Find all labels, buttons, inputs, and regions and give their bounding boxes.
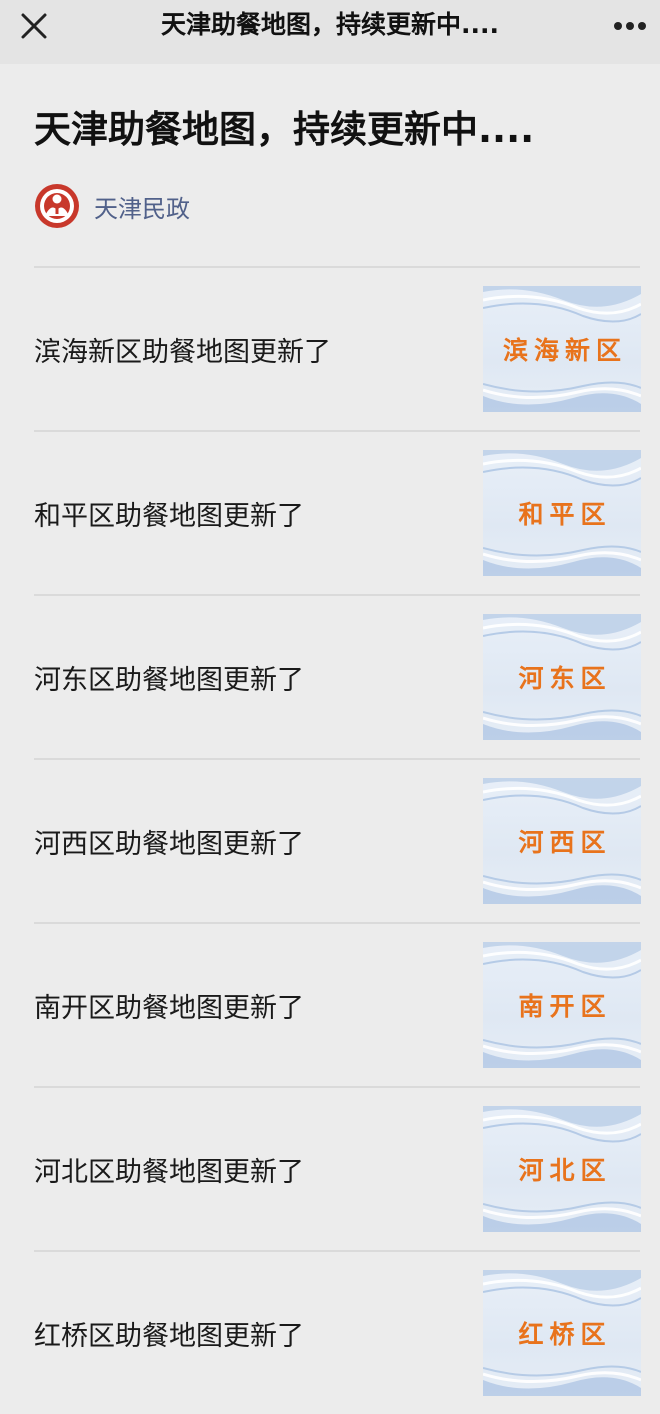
more-button[interactable] (610, 8, 650, 44)
list-item-thumbnail[interactable]: 滨海新区 (483, 286, 641, 412)
list-item-title[interactable]: 红桥区助餐地图更新了 (34, 1314, 304, 1353)
account-name[interactable]: 天津民政 (94, 189, 190, 224)
list-item[interactable]: 和平区助餐地图更新了 和平区 (34, 432, 641, 596)
district-list: 滨海新区助餐地图更新了 滨海新区 和平区助餐地图更新了 和平区 河东区助餐地图更新了 河东… (34, 266, 641, 1414)
list-item[interactable]: 河北区助餐地图更新了 河北区 (34, 1088, 641, 1252)
thumbnail-district-text: 和平区 (518, 500, 612, 529)
list-item[interactable]: 滨海新区助餐地图更新了 滨海新区 (34, 268, 641, 432)
thumbnail-district-text: 滨海新区 (502, 336, 627, 365)
list-item[interactable]: 河西区助餐地图更新了 河西区 (34, 760, 641, 924)
list-item-title[interactable]: 河西区助餐地图更新了 (34, 822, 304, 861)
list-item-title[interactable]: 南开区助餐地图更新了 (34, 986, 304, 1025)
close-button[interactable] (16, 8, 52, 44)
close-icon (21, 13, 47, 39)
list-item-thumbnail[interactable]: 河东区 (483, 614, 641, 740)
list-item-thumbnail[interactable]: 红桥区 (483, 1270, 641, 1396)
article-content: 天津助餐地图，持续更新中.... 天津民政 滨海新区助餐地图更新了 滨海新区和平区… (0, 104, 660, 1414)
list-item-title[interactable]: 河东区助餐地图更新了 (34, 658, 304, 697)
list-item-thumbnail[interactable]: 和平区 (483, 450, 641, 576)
thumbnail-district-text: 红桥区 (518, 1320, 612, 1349)
list-item-title[interactable]: 和平区助餐地图更新了 (34, 494, 304, 533)
civil-affairs-emblem-icon[interactable] (34, 183, 80, 229)
list-item-title[interactable]: 河北区助餐地图更新了 (34, 1150, 304, 1189)
account-row[interactable]: 天津民政 (34, 180, 640, 232)
more-icon (614, 22, 646, 30)
list-item-title[interactable]: 滨海新区助餐地图更新了 (34, 330, 331, 369)
topbar-title: 天津助餐地图，持续更新中.... (161, 10, 499, 39)
list-item-thumbnail[interactable]: 河北区 (483, 1106, 641, 1232)
thumbnail-district-text: 南开区 (518, 992, 612, 1021)
top-bar: 天津助餐地图，持续更新中.... (0, 0, 660, 64)
list-item[interactable]: 河东区助餐地图更新了 河东区 (34, 596, 641, 760)
list-item[interactable]: 红桥区助餐地图更新了 红桥区 (34, 1252, 641, 1414)
list-item[interactable]: 南开区助餐地图更新了 南开区 (34, 924, 641, 1088)
list-item-thumbnail[interactable]: 河西区 (483, 778, 641, 904)
thumbnail-district-text: 河西区 (518, 828, 612, 857)
thumbnail-district-text: 河东区 (518, 664, 612, 693)
list-item-thumbnail[interactable]: 南开区 (483, 942, 641, 1068)
article-title: 天津助餐地图，持续更新中.... (34, 108, 535, 151)
thumbnail-district-text: 河北区 (518, 1156, 612, 1185)
